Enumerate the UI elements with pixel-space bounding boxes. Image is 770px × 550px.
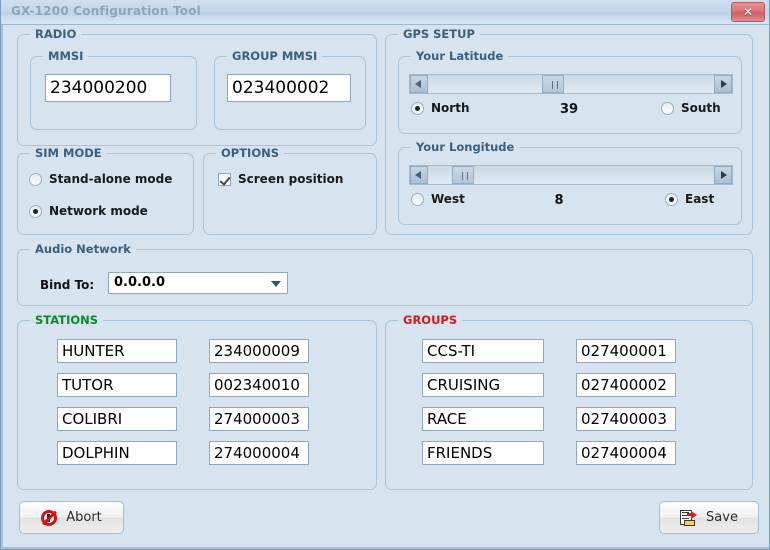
chevron-down-icon[interactable]	[271, 281, 281, 287]
latitude-label-north: North	[431, 101, 470, 115]
longitude-option-west[interactable]: West	[411, 192, 465, 206]
title-bar: GX-1200 Configuration Tool ✕	[1, 0, 769, 25]
group-name-2[interactable]: RACE	[422, 407, 544, 431]
longitude-label-west: West	[431, 192, 465, 206]
latitude-option-north[interactable]: North	[411, 101, 469, 115]
stations-legend: STATIONS	[30, 313, 104, 327]
radio-icon-east[interactable]	[665, 192, 678, 206]
sim-mode-option-standalone[interactable]: Stand-alone mode	[29, 172, 172, 186]
save-button[interactable]: Save	[659, 501, 759, 534]
groups-legend: GROUPS	[398, 313, 463, 327]
station-name-0[interactable]: HUNTER	[57, 339, 177, 363]
option-screen-position[interactable]: Screen position	[218, 172, 343, 186]
station-mmsi-2[interactable]: 274000003	[209, 407, 309, 431]
window-title: GX-1200 Configuration Tool	[11, 4, 201, 18]
station-mmsi-1[interactable]: 002340010	[209, 373, 309, 397]
station-name-3[interactable]: DOLPHIN	[57, 441, 177, 465]
group-mmsi-group: GROUP MMSI 023400002	[214, 49, 366, 130]
window-body: RADIO MMSI 234000200 GROUP MMSI 02340000…	[1, 25, 769, 549]
option-label-screen-position: Screen position	[238, 172, 344, 186]
mmsi-input[interactable]: 234000200	[45, 74, 171, 102]
latitude-scroll-thumb[interactable]	[541, 75, 564, 93]
checkbox-icon-screen-position[interactable]	[218, 172, 231, 186]
longitude-option-east[interactable]: East	[665, 192, 714, 206]
station-name-2[interactable]: COLIBRI	[57, 407, 177, 431]
audio-network-group: Audio Network Bind To: 0.0.0.0	[17, 242, 753, 306]
group-mmsi-1[interactable]: 027400002	[576, 373, 676, 397]
latitude-group: Your Latitude North 39 South	[398, 49, 742, 134]
longitude-legend: Your Longitude	[411, 140, 520, 154]
longitude-group: Your Longitude West 8 East	[398, 140, 742, 225]
station-name-1[interactable]: TUTOR	[57, 373, 177, 397]
latitude-legend: Your Latitude	[411, 49, 509, 63]
mmsi-legend: MMSI	[43, 49, 89, 63]
radio-group-legend: RADIO	[30, 27, 82, 41]
latitude-scroll-right-arrow-icon[interactable]	[714, 75, 732, 93]
group-name-0[interactable]: CCS-TI	[422, 339, 544, 363]
sim-mode-legend: SIM MODE	[30, 146, 107, 160]
longitude-scroll-thumb[interactable]	[451, 166, 474, 184]
longitude-scroll-right-arrow-icon[interactable]	[714, 166, 732, 184]
sim-mode-label-standalone: Stand-alone mode	[49, 172, 173, 186]
group-mmsi-2[interactable]: 027400003	[576, 407, 676, 431]
group-name-1[interactable]: CRUISING	[422, 373, 544, 397]
station-mmsi-3[interactable]: 274000004	[209, 441, 309, 465]
sim-mode-label-network: Network mode	[49, 204, 148, 218]
save-icon	[680, 509, 698, 526]
sim-mode-group: SIM MODE Stand-alone mode Network mode	[17, 146, 194, 235]
radio-icon-network[interactable]	[29, 204, 42, 218]
longitude-value: 8	[554, 193, 564, 208]
latitude-option-south[interactable]: South	[661, 101, 721, 115]
longitude-label-east: East	[685, 192, 715, 206]
radio-group: RADIO MMSI 234000200 GROUP MMSI 02340000…	[17, 27, 377, 146]
latitude-scrollbar[interactable]	[409, 74, 733, 94]
gps-setup-group: GPS SETUP Your Latitude North 39 South Y…	[385, 27, 753, 235]
group-mmsi-legend: GROUP MMSI	[227, 49, 323, 63]
group-mmsi-3[interactable]: 027400004	[576, 441, 676, 465]
radio-icon-south[interactable]	[661, 101, 674, 115]
abort-button[interactable]: Abort	[19, 501, 124, 534]
bind-to-dropdown[interactable]: 0.0.0.0	[108, 272, 288, 294]
group-mmsi-0[interactable]: 027400001	[576, 339, 676, 363]
configuration-tool-window: GX-1200 Configuration Tool ✕ RADIO MMSI …	[0, 0, 770, 550]
options-legend: OPTIONS	[216, 146, 285, 160]
latitude-label-south: South	[681, 101, 721, 115]
radio-icon-west[interactable]	[411, 192, 424, 206]
radio-icon-north[interactable]	[411, 101, 424, 115]
close-button[interactable]: ✕	[731, 2, 765, 22]
radio-icon-standalone[interactable]	[29, 172, 42, 186]
groups-group: GROUPS CCS-TI CRUISING RACE FRIENDS 0274…	[385, 313, 753, 490]
options-group: OPTIONS Screen position	[203, 146, 377, 235]
audio-network-legend: Audio Network	[30, 242, 136, 256]
latitude-scroll-left-arrow-icon[interactable]	[410, 75, 428, 93]
abort-button-label: Abort	[66, 510, 102, 525]
station-mmsi-0[interactable]: 234000009	[209, 339, 309, 363]
longitude-scrollbar[interactable]	[409, 165, 733, 185]
save-button-label: Save	[706, 510, 738, 525]
latitude-value: 39	[559, 102, 579, 117]
bind-to-label: Bind To:	[40, 278, 95, 292]
group-mmsi-input[interactable]: 023400002	[227, 74, 351, 102]
sim-mode-option-network[interactable]: Network mode	[29, 204, 148, 218]
bind-to-value: 0.0.0.0	[114, 275, 165, 290]
longitude-scroll-left-arrow-icon[interactable]	[410, 166, 428, 184]
gps-setup-legend: GPS SETUP	[398, 27, 480, 41]
mmsi-group: MMSI 234000200	[30, 49, 197, 130]
stations-group: STATIONS HUNTER TUTOR COLIBRI DOLPHIN 23…	[17, 313, 377, 490]
group-name-3[interactable]: FRIENDS	[422, 441, 544, 465]
abort-icon	[41, 509, 58, 526]
